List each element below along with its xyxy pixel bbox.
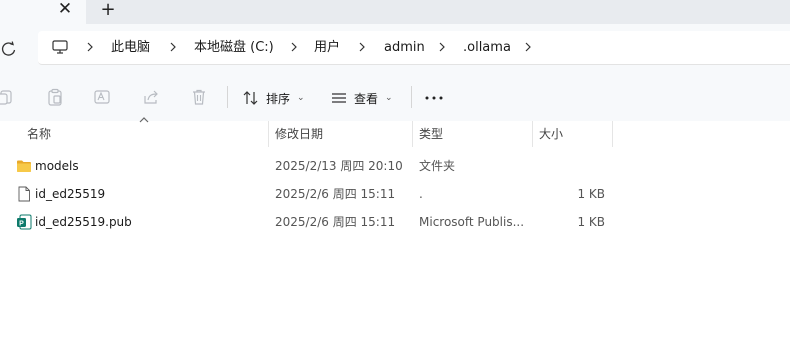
breadcrumb-users[interactable]: 用户 — [314, 31, 340, 64]
file-type: 文件夹 — [419, 159, 456, 173]
file-size: 1 KB — [577, 187, 605, 201]
folder-icon — [17, 160, 31, 172]
file-icon — [18, 186, 30, 202]
tab-strip: ✕ + — [0, 0, 790, 24]
chevron-right-icon[interactable] — [288, 41, 300, 53]
computer-icon — [52, 40, 68, 54]
more-options-button[interactable] — [424, 86, 444, 110]
column-header-name[interactable]: 名称 — [27, 121, 51, 147]
column-divider[interactable] — [532, 121, 533, 147]
chevron-right-icon[interactable] — [84, 41, 96, 53]
file-row[interactable]: models 2025/2/13 周四 20:10 文件夹 — [0, 152, 790, 180]
chevron-right-icon[interactable] — [436, 41, 448, 53]
chevron-right-icon[interactable] — [522, 41, 534, 53]
column-header-row: 名称 修改日期 类型 大小 — [0, 117, 790, 147]
chevron-down-icon: ⌄ — [297, 93, 305, 103]
column-header-date[interactable]: 修改日期 — [275, 121, 323, 147]
navigation-bar: 此电脑 本地磁盘 (C:) 用户 admin .ollama — [0, 24, 790, 74]
breadcrumb-this-pc[interactable]: 此电脑 — [111, 31, 150, 64]
column-header-size[interactable]: 大小 — [539, 121, 563, 147]
breadcrumb-local-disk[interactable]: 本地磁盘 (C:) — [194, 31, 274, 64]
view-label: 查看 — [354, 91, 379, 106]
sort-ascending-icon — [139, 117, 149, 123]
file-name: id_ed25519.pub — [35, 215, 132, 229]
chevron-right-icon[interactable] — [356, 41, 368, 53]
toolbar-divider — [411, 86, 412, 108]
delete-icon[interactable] — [190, 88, 208, 106]
file-size — [532, 152, 605, 180]
column-divider[interactable] — [612, 121, 613, 147]
share-icon[interactable] — [142, 88, 160, 106]
paste-icon[interactable] — [46, 88, 64, 106]
view-list-icon — [332, 93, 346, 103]
file-name: id_ed25519 — [35, 187, 106, 201]
command-bar: 排序 ⌄ 查看 ⌄ — [0, 74, 790, 122]
sort-label: 排序 — [266, 91, 291, 106]
column-divider[interactable] — [268, 121, 269, 147]
file-date: 2025/2/6 周四 15:11 — [275, 187, 396, 201]
file-row[interactable]: id_ed25519 2025/2/6 周四 15:11 . 1 KB — [0, 180, 790, 208]
breadcrumb-ollama[interactable]: .ollama — [463, 31, 511, 64]
publisher-icon: P — [17, 214, 32, 230]
sort-icon — [243, 91, 258, 105]
file-row[interactable]: P id_ed25519.pub 2025/2/6 周四 15:11 Micro… — [0, 208, 790, 236]
address-bar[interactable]: 此电脑 本地磁盘 (C:) 用户 admin .ollama — [38, 31, 790, 65]
refresh-icon[interactable] — [0, 40, 18, 58]
file-date: 2025/2/6 周四 15:11 — [275, 215, 396, 229]
toolbar-divider — [227, 86, 228, 108]
file-type: . — [419, 187, 423, 201]
column-header-type[interactable]: 类型 — [419, 121, 443, 147]
file-name: models — [35, 159, 79, 173]
copy-icon[interactable] — [0, 88, 14, 106]
breadcrumb-admin[interactable]: admin — [384, 31, 425, 64]
rename-icon[interactable] — [93, 88, 111, 106]
tab-close-button[interactable]: ✕ — [56, 0, 74, 20]
sort-button[interactable]: 排序 ⌄ — [242, 86, 305, 110]
file-type: Microsoft Publis... — [419, 215, 525, 229]
chevron-right-icon[interactable] — [167, 41, 179, 53]
file-date: 2025/2/13 周四 20:10 — [275, 159, 403, 173]
ellipsis-icon — [425, 96, 443, 100]
svg-text:P: P — [19, 220, 24, 227]
column-divider[interactable] — [412, 121, 413, 147]
chevron-down-icon: ⌄ — [385, 93, 393, 103]
new-tab-button[interactable]: + — [98, 0, 118, 20]
active-tab[interactable]: ✕ — [0, 0, 86, 24]
view-button[interactable]: 查看 ⌄ — [330, 86, 393, 110]
file-size: 1 KB — [577, 215, 605, 229]
